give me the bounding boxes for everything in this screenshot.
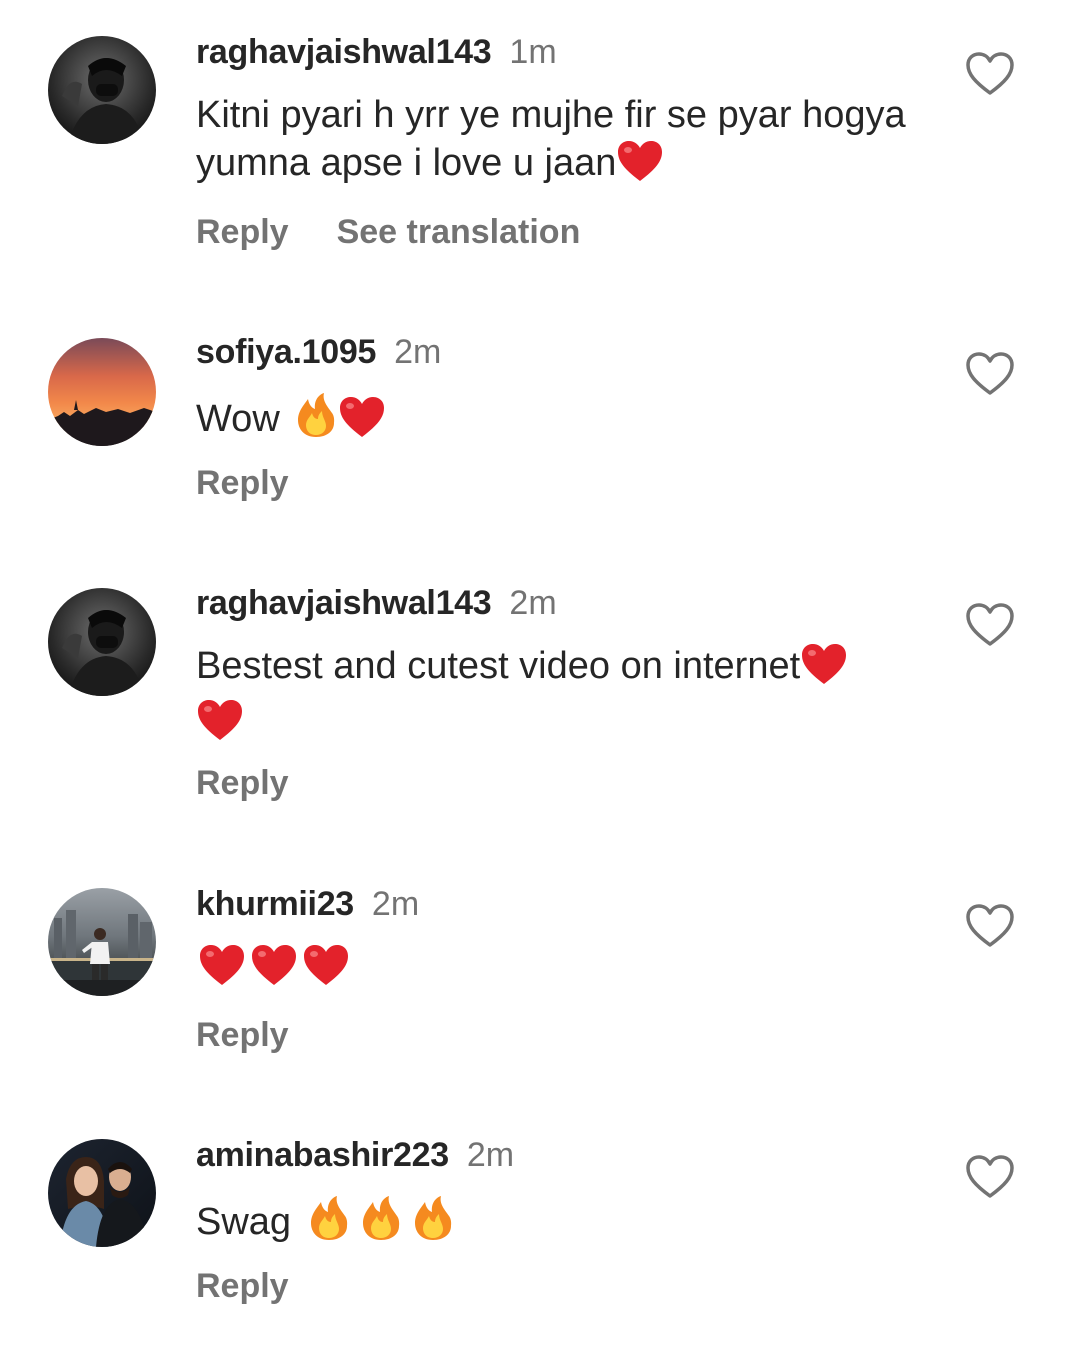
timestamp: 2m bbox=[466, 1136, 515, 1174]
timestamp: 1m bbox=[509, 33, 557, 71]
comment-header: khurmii23 2m bbox=[196, 882, 419, 926]
fire-emoji-icon bbox=[358, 1194, 404, 1254]
red-heart-emoji-icon bbox=[616, 139, 664, 195]
comment-header: sofiya.1095 2m bbox=[196, 330, 441, 374]
heart-outline-icon[interactable] bbox=[964, 1153, 1016, 1201]
avatar[interactable] bbox=[48, 338, 156, 446]
red-heart-emoji-icon bbox=[338, 395, 386, 451]
red-heart-emoji-icon bbox=[800, 642, 848, 698]
red-heart-emoji-icon bbox=[196, 698, 244, 754]
reply-button[interactable]: Reply bbox=[196, 1267, 289, 1305]
comment-actions: Reply bbox=[196, 461, 289, 505]
timestamp: 2m bbox=[371, 885, 420, 923]
heart-outline-icon[interactable] bbox=[964, 902, 1016, 950]
reply-button[interactable]: Reply bbox=[196, 764, 289, 802]
timestamp: 2m bbox=[509, 584, 557, 622]
comment-text: Kitni pyari h yrr ye mujhe fir se pyar h… bbox=[196, 91, 936, 195]
fire-emoji-icon bbox=[294, 391, 338, 451]
comment-body: Swag bbox=[196, 1201, 292, 1243]
avatar-image bbox=[48, 338, 156, 446]
comment-body: Bestest and cutest video on internet bbox=[196, 645, 801, 687]
avatar[interactable] bbox=[48, 888, 156, 996]
comment-header: aminabashir223 2m bbox=[196, 1133, 514, 1177]
red-heart-emoji-icon bbox=[300, 943, 352, 999]
comment-text bbox=[196, 943, 936, 999]
comment-actions: Reply bbox=[196, 761, 289, 805]
avatar-image bbox=[48, 1139, 156, 1247]
avatar[interactable] bbox=[48, 1139, 156, 1247]
fire-emoji-icon bbox=[306, 1194, 352, 1254]
comment-item: sofiya.1095 2m Wow Reply bbox=[0, 300, 1080, 550]
reply-button[interactable]: Reply bbox=[196, 1016, 289, 1054]
comment-actions: Reply bbox=[196, 1013, 289, 1057]
see-translation-button[interactable]: See translation bbox=[337, 213, 581, 251]
avatar[interactable] bbox=[48, 588, 156, 696]
red-heart-emoji-icon bbox=[196, 943, 248, 999]
username[interactable]: raghavjaishwal143 bbox=[196, 584, 492, 622]
comment-item: aminabashir223 2m Swag Reply bbox=[0, 1103, 1080, 1353]
avatar[interactable] bbox=[48, 36, 156, 144]
heart-outline-icon[interactable] bbox=[964, 601, 1016, 649]
comment-header: raghavjaishwal143 2m bbox=[196, 581, 557, 625]
comment-header: raghavjaishwal143 1m bbox=[196, 30, 557, 74]
username[interactable]: khurmii23 bbox=[196, 885, 354, 923]
comment-item: raghavjaishwal143 1m Kitni pyari h yrr ye… bbox=[0, 0, 1080, 251]
comment-text: Bestest and cutest video on internet bbox=[196, 642, 936, 754]
comment-actions: Reply bbox=[196, 1264, 289, 1308]
avatar-image bbox=[48, 888, 156, 996]
comment-text: Swag bbox=[196, 1194, 936, 1254]
username[interactable]: raghavjaishwal143 bbox=[196, 33, 492, 71]
comment-body: Wow bbox=[196, 398, 280, 440]
avatar-image bbox=[48, 588, 156, 696]
comment-item: raghavjaishwal143 2m Bestest and cutest v… bbox=[0, 551, 1080, 802]
heart-outline-icon[interactable] bbox=[964, 350, 1016, 398]
avatar-image bbox=[48, 36, 156, 144]
heart-outline-icon[interactable] bbox=[964, 50, 1016, 98]
fire-emoji-icon bbox=[410, 1194, 456, 1254]
red-heart-emoji-icon bbox=[248, 943, 300, 999]
username[interactable]: aminabashir223 bbox=[196, 1136, 449, 1174]
comment-actions: Reply See translation bbox=[196, 210, 580, 254]
comment-item: khurmii23 2m Reply bbox=[0, 852, 1080, 1102]
comment-body: Kitni pyari h yrr ye mujhe fir se pyar h… bbox=[196, 94, 906, 184]
username[interactable]: sofiya.1095 bbox=[196, 333, 376, 371]
comment-text: Wow bbox=[196, 391, 936, 451]
reply-button[interactable]: Reply bbox=[196, 464, 289, 502]
timestamp: 2m bbox=[394, 333, 442, 371]
reply-button[interactable]: Reply bbox=[196, 213, 289, 251]
